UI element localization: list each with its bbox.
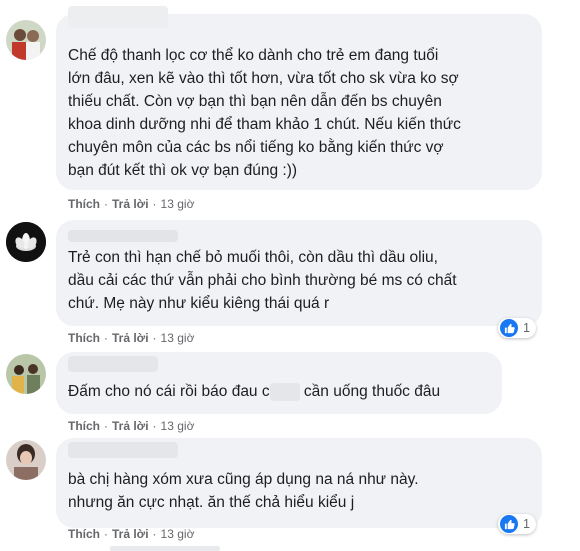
like-link[interactable]: Thích bbox=[68, 419, 100, 433]
comment-actions: Thích · Trả lời · 13 giờ bbox=[68, 197, 195, 211]
reply-link[interactable]: Trả lời bbox=[112, 331, 149, 345]
like-link[interactable]: Thích bbox=[68, 331, 100, 345]
comment-text: bà chị hàng xóm xưa cũng áp dụng na ná n… bbox=[68, 471, 419, 511]
author-name-redacted[interactable] bbox=[68, 442, 178, 458]
comment-bubble: bà chị hàng xóm xưa cũng áp dụng na ná n… bbox=[56, 438, 542, 528]
comment-actions: Thích · Trả lời · 13 giờ bbox=[68, 331, 195, 345]
avatar[interactable] bbox=[6, 440, 46, 480]
like-link[interactable]: Thích bbox=[68, 197, 100, 211]
author-name-redacted[interactable] bbox=[68, 230, 178, 242]
thumbs-up-icon bbox=[500, 319, 518, 337]
comment-bubble: Chế độ thanh lọc cơ thể ko dành cho trẻ … bbox=[56, 6, 542, 190]
comment-bubble: Trẻ con thì hạn chế bỏ muối thôi, còn dầ… bbox=[56, 220, 542, 326]
thumbs-up-icon bbox=[500, 515, 518, 533]
timestamp[interactable]: 13 giờ bbox=[161, 419, 195, 433]
timestamp[interactable]: 13 giờ bbox=[161, 197, 195, 211]
comment-actions: Thích · Trả lời · 13 giờ bbox=[68, 527, 195, 541]
avatar-photo-icon bbox=[6, 354, 46, 394]
avatar-photo-icon bbox=[6, 20, 46, 60]
reaction-number: 1 bbox=[523, 321, 530, 335]
lotus-avatar-icon bbox=[6, 222, 46, 262]
author-name-redacted[interactable] bbox=[68, 356, 158, 372]
reaction-count[interactable]: 1 bbox=[498, 318, 536, 338]
avatar[interactable] bbox=[6, 354, 46, 394]
comment-text: Trẻ con thì hạn chế bỏ muối thôi, còn dầ… bbox=[68, 249, 457, 312]
comment-bubble: Đấm cho nó cái rồi báo đau c cần uống th… bbox=[56, 352, 502, 414]
avatar[interactable] bbox=[6, 20, 46, 60]
next-comment-edge bbox=[110, 546, 220, 551]
reply-link[interactable]: Trả lời bbox=[112, 527, 149, 541]
comment-text: Đấm cho nó cái rồi báo đau c cần uống th… bbox=[68, 382, 441, 401]
avatar-photo-icon bbox=[6, 440, 46, 480]
reply-link[interactable]: Trả lời bbox=[112, 419, 149, 433]
timestamp[interactable]: 13 giờ bbox=[161, 527, 195, 541]
reaction-count[interactable]: 1 bbox=[498, 514, 536, 534]
redacted-word bbox=[269, 382, 300, 401]
comment-text: Chế độ thanh lọc cơ thể ko dành cho trẻ … bbox=[68, 47, 461, 179]
avatar[interactable] bbox=[6, 222, 46, 262]
comment-actions: Thích · Trả lời · 13 giờ bbox=[68, 419, 195, 433]
like-link[interactable]: Thích bbox=[68, 527, 100, 541]
author-name-redacted[interactable] bbox=[68, 6, 168, 28]
reply-link[interactable]: Trả lời bbox=[112, 197, 149, 211]
reaction-number: 1 bbox=[523, 517, 530, 531]
timestamp[interactable]: 13 giờ bbox=[161, 331, 195, 345]
